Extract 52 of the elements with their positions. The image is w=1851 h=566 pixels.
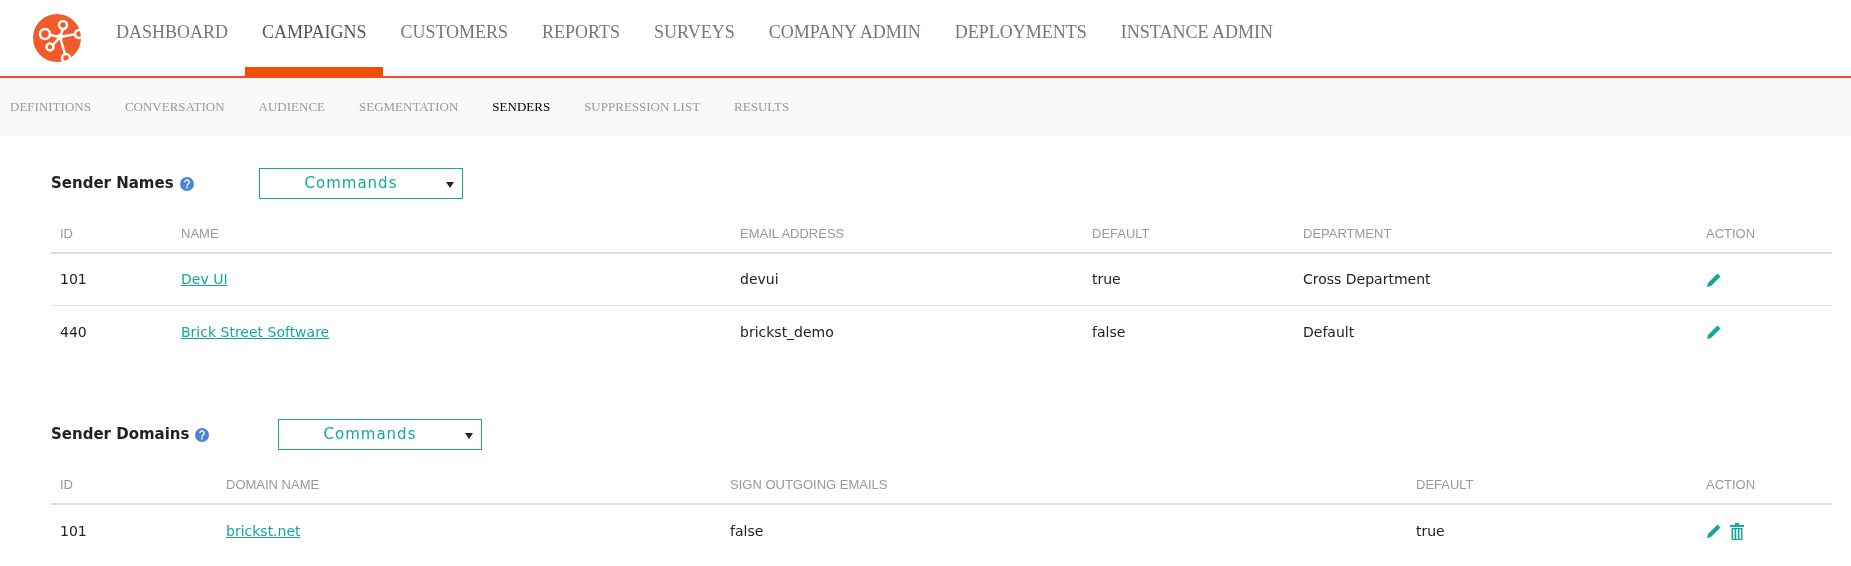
- table-cell: false: [730, 522, 764, 539]
- nav-tab[interactable]: COMPANY ADMIN: [751, 0, 938, 76]
- table-cell: brickst_demo: [740, 323, 834, 340]
- table-cell: true: [1092, 271, 1121, 287]
- nav-tab[interactable]: DASHBOARD: [99, 0, 246, 76]
- commands-dropdown[interactable]: Commands: [259, 168, 463, 199]
- logo-icon: [33, 14, 81, 62]
- column-header: EMAIL ADDRESS: [740, 225, 846, 244]
- sub-tab[interactable]: RESULTS: [734, 97, 790, 117]
- sub-tab[interactable]: SEGMENTATION: [359, 97, 459, 117]
- pencil-icon[interactable]: [1706, 271, 1722, 288]
- nav-tab[interactable]: DEPLOYMENTS: [937, 0, 1104, 76]
- nav-tab[interactable]: REPORTS: [525, 0, 638, 76]
- sub-tab[interactable]: AUDIENCE: [258, 97, 325, 117]
- caret-icon: [465, 433, 473, 439]
- sender-link[interactable]: Dev UI: [181, 271, 228, 287]
- section-title: Sender Domains: [51, 424, 190, 446]
- sender-link[interactable]: Brick Street Software: [181, 323, 330, 340]
- column-header: SIGN OUTGOING EMAILS: [730, 476, 889, 495]
- table-cell: 101: [60, 271, 87, 287]
- pencil-icon[interactable]: [1706, 523, 1722, 539]
- nav-tab[interactable]: SURVEYS: [637, 0, 752, 76]
- column-header: DEFAULT: [1416, 476, 1475, 495]
- nav-tab[interactable]: CUSTOMERS: [383, 0, 526, 76]
- commands-dropdown[interactable]: Commands: [278, 419, 482, 450]
- table-cell: 101: [60, 522, 87, 539]
- caret-icon: [446, 182, 454, 188]
- column-header: DOMAIN NAME: [226, 476, 321, 495]
- column-header: DEPARTMENT: [1303, 225, 1393, 244]
- table-cell: false: [1092, 323, 1126, 340]
- sub-tab[interactable]: SUPPRESSION LIST: [584, 97, 701, 117]
- section-title: Sender Names: [51, 173, 174, 195]
- sub-tab[interactable]: SENDERS: [492, 97, 551, 117]
- table-cell: true: [1416, 522, 1445, 539]
- pencil-icon[interactable]: [1706, 324, 1722, 340]
- sub-tab[interactable]: CONVERSATION: [124, 97, 225, 117]
- nav-tab[interactable]: INSTANCE ADMIN: [1103, 0, 1290, 76]
- sub-tab[interactable]: DEFINITIONS: [10, 97, 91, 117]
- column-header: DEFAULT: [1092, 225, 1151, 244]
- column-header: ACTION: [1706, 225, 1757, 244]
- table-cell: Default: [1303, 323, 1355, 340]
- sender-link[interactable]: brickst.net: [226, 522, 301, 539]
- column-header: ID: [60, 476, 74, 495]
- trash-icon[interactable]: [1730, 522, 1744, 540]
- table-cell: devui: [740, 271, 779, 287]
- help-icon[interactable]: [179, 176, 194, 191]
- help-icon[interactable]: [195, 427, 210, 442]
- column-header: ACTION: [1706, 476, 1757, 495]
- table-cell: 440: [60, 323, 87, 340]
- table-cell: Cross Department: [1303, 271, 1431, 287]
- column-header: ID: [60, 225, 74, 244]
- column-header: NAME: [181, 225, 220, 244]
